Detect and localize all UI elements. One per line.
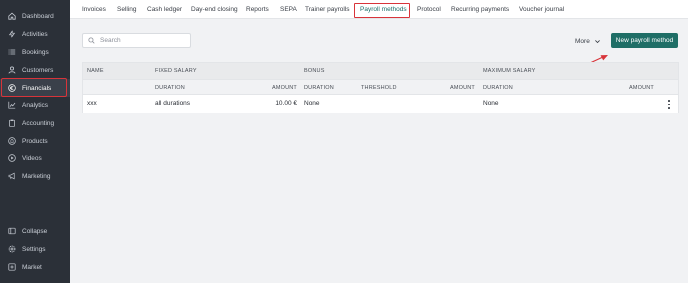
tab-day-end-closing[interactable]: Day-end closing — [191, 0, 238, 19]
row-bonus-duration: None — [304, 100, 320, 107]
home-icon — [8, 12, 16, 20]
tab-cash-ledger[interactable]: Cash ledger — [147, 0, 182, 19]
sidebar-item-activities[interactable]: Activities — [0, 25, 70, 43]
sidebar-item-label: Bookings — [22, 48, 49, 56]
sidebar-item-label: Analytics — [22, 101, 49, 109]
sidebar-item-label: Collapse — [22, 227, 48, 235]
column-header-fixed-amount: AMOUNT — [271, 85, 297, 91]
activity-icon — [8, 30, 16, 38]
column-header-fixed-duration: DURATION — [155, 85, 185, 91]
table-row[interactable]: xxx all durations 10.00 € None None — [83, 95, 678, 113]
plus-square-icon — [8, 263, 16, 271]
column-header-maximum-salary: MAXIMUM SALARY — [483, 68, 536, 74]
tab-protocol[interactable]: Protocol — [417, 0, 441, 19]
sidebar-item-label: Customers — [22, 66, 54, 74]
table-group-header-row: NAME FIXED SALARY BONUS MAXIMUM SALARY — [83, 63, 678, 79]
sidebar-item-accounting[interactable]: Accounting — [0, 114, 70, 132]
row-max-duration: None — [483, 100, 499, 107]
tab-reports[interactable]: Reports — [246, 0, 269, 19]
column-header-max-amount: AMOUNT — [628, 85, 654, 91]
megaphone-icon — [8, 172, 16, 180]
sidebar-item-bookings[interactable]: Bookings — [0, 43, 70, 61]
play-icon — [8, 154, 16, 162]
payroll-methods-table: NAME FIXED SALARY BONUS MAXIMUM SALARY D… — [82, 62, 679, 113]
more-label: More — [575, 37, 590, 45]
search-input[interactable] — [100, 37, 185, 44]
column-header-bonus-amount: AMOUNT — [449, 85, 475, 91]
row-fixed-duration: all durations — [155, 100, 191, 107]
search-icon — [88, 37, 95, 44]
row-name: xxx — [87, 100, 97, 107]
sidebar-item-products[interactable]: Products — [0, 132, 70, 150]
financials-highlight-annotation — [1, 78, 67, 97]
payroll-methods-highlight-annotation — [354, 3, 410, 18]
sidebar-item-label: Products — [22, 137, 48, 145]
tab-invoices[interactable]: Invoices — [82, 0, 106, 19]
sidebar-item-label: Videos — [22, 154, 42, 162]
row-fixed-amount: 10.00 € — [275, 100, 297, 107]
column-header-bonus-threshold: THRESHOLD — [361, 85, 397, 91]
collapse-icon — [8, 227, 16, 235]
column-header-name[interactable]: NAME — [87, 68, 104, 74]
new-payroll-method-button[interactable]: New payroll method — [611, 33, 678, 48]
tab-trainer-payrolls[interactable]: Trainer payrolls — [305, 0, 350, 19]
chart-icon — [8, 101, 16, 109]
sidebar-item-videos[interactable]: Videos — [0, 149, 70, 167]
sidebar-item-label: Dashboard — [22, 12, 54, 20]
sidebar-item-market[interactable]: Market — [0, 258, 70, 276]
sidebar-item-label: Market — [22, 263, 42, 271]
gear-icon — [8, 245, 16, 253]
sidebar: Dashboard Activities Bookings Customers … — [0, 0, 70, 283]
column-header-fixed-salary: FIXED SALARY — [155, 68, 197, 74]
table-sub-header-row: DURATION AMOUNT DURATION THRESHOLD AMOUN… — [83, 79, 678, 95]
clipboard-icon — [8, 119, 16, 127]
sidebar-item-collapse[interactable]: Collapse — [0, 222, 70, 240]
more-dropdown[interactable]: More — [575, 35, 601, 47]
sidebar-item-marketing[interactable]: Marketing — [0, 167, 70, 185]
tab-selling[interactable]: Selling — [117, 0, 137, 19]
sidebar-item-dashboard[interactable]: Dashboard — [0, 7, 70, 25]
column-header-bonus: BONUS — [304, 68, 325, 74]
tag-icon — [8, 137, 16, 145]
list-icon — [8, 48, 16, 56]
row-menu-icon[interactable] — [667, 100, 671, 109]
sidebar-item-label: Activities — [22, 30, 48, 38]
column-header-bonus-duration: DURATION — [304, 85, 334, 91]
column-header-max-duration: DURATION — [483, 85, 513, 91]
sidebar-item-label: Accounting — [22, 119, 55, 127]
tab-sepa[interactable]: SEPA — [280, 0, 297, 19]
search-box[interactable] — [82, 33, 191, 48]
tab-voucher-journal[interactable]: Voucher journal — [519, 0, 564, 19]
user-icon — [8, 66, 16, 74]
sidebar-item-analytics[interactable]: Analytics — [0, 96, 70, 114]
sidebar-item-label: Settings — [22, 245, 46, 253]
chevron-down-icon — [594, 38, 601, 45]
sidebar-item-label: Marketing — [22, 172, 51, 180]
sidebar-item-settings[interactable]: Settings — [0, 240, 70, 258]
tab-recurring-payments[interactable]: Recurring payments — [451, 0, 509, 19]
sidebar-item-customers[interactable]: Customers — [0, 61, 70, 79]
